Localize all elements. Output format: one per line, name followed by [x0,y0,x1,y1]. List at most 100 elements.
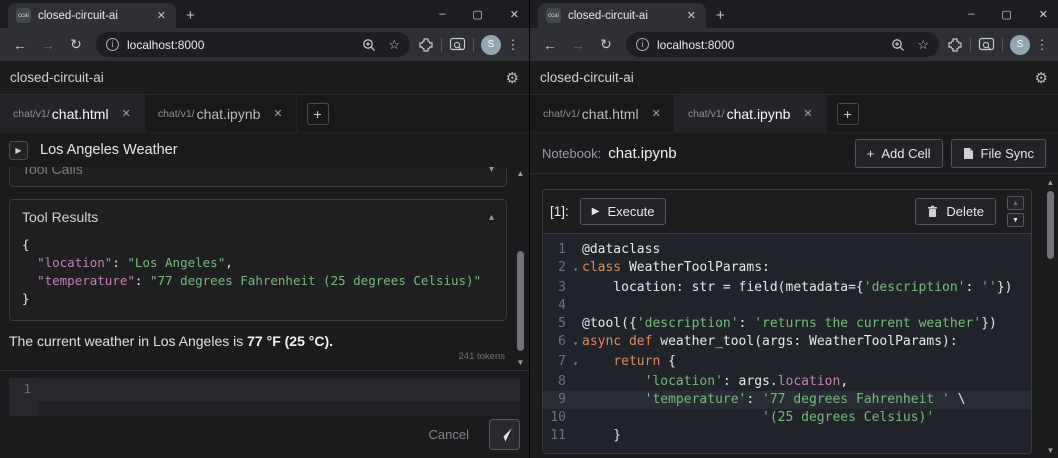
delete-cell-button[interactable]: Delete [915,198,996,225]
profile-avatar[interactable]: S [481,34,501,55]
address-bar[interactable]: i localhost:8000 ☆ [96,32,410,57]
side-panel-search-icon[interactable] [978,37,995,52]
chat-message-scroll-area[interactable]: Tool Calls ▾ Tool Results ▴ { "location"… [0,167,529,371]
menu-kebab-icon[interactable]: ⋮ [1034,37,1050,53]
bookmark-star-icon[interactable]: ☆ [917,37,929,53]
menu-kebab-icon[interactable]: ⋮ [505,37,521,53]
browser-tab-title: closed-circuit-ai [568,9,648,22]
cell-code-editor[interactable]: 1 @dataclass 2 ▾ class WeatherToolParams: 3 l… [543,233,1031,453]
code-text: } [582,428,622,443]
chat-input-editor[interactable]: 1 [9,378,520,416]
move-cell-down-button[interactable]: ▼ [1007,213,1024,227]
conversation-title: Los Angeles Weather [40,142,178,158]
tool-calls-header[interactable]: Tool Calls ▾ [10,167,506,186]
tool-results-header[interactable]: Tool Results ▴ [10,200,506,234]
fold-chevron-icon[interactable]: ▾ [569,259,582,279]
tab-chat-html[interactable]: chat/v1/chat.html ✕ [530,95,675,132]
document-tabbar: chat/v1/chat.html ✕ chat/v1/chat.ipynb ✕… [530,95,1058,133]
tab-filename: chat.html [581,105,639,122]
add-cell-button[interactable]: + Add Cell [854,138,943,168]
site-info-icon[interactable]: i [636,38,649,51]
line-number: 2 [558,260,566,275]
tool-results-box: Tool Results ▴ { "location": "Los Angele… [9,199,507,321]
code-line: 11 } [543,427,1031,445]
tab-close-icon[interactable]: ✕ [273,107,282,120]
scroll-up-icon[interactable]: ▲ [515,169,526,179]
close-button[interactable]: ✕ [1039,8,1048,21]
maximize-button[interactable]: ▢ [1001,8,1011,21]
extensions-icon[interactable] [418,37,434,53]
browser-tab[interactable]: ccai closed-circuit-ai ✕ [8,3,176,28]
scroll-up-icon[interactable]: ▲ [1045,178,1056,188]
browser-tab-close-icon[interactable]: ✕ [685,9,698,22]
input-active-line [39,379,520,401]
file-sync-button[interactable]: File Sync [950,138,1046,168]
browser-window-right: ccai closed-circuit-ai ✕ + – ▢ ✕ ← → ↻ i… [529,0,1058,458]
settings-gear-icon[interactable]: ⚙ [1035,69,1048,87]
browser-tab[interactable]: ccai closed-circuit-ai ✕ [538,3,706,28]
fold-chevron-icon[interactable]: ▾ [569,353,582,373]
tab-chat-ipynb[interactable]: chat/v1/chat.ipynb ✕ [145,95,297,132]
tool-calls-label: Tool Calls [22,167,83,177]
tab-close-icon[interactable]: ✕ [652,107,661,120]
add-document-tab-button[interactable]: + [306,102,329,125]
minimize-button[interactable]: – [439,8,445,20]
fold-gutter [569,241,582,259]
code-line: 3 location: str = field(metadata={'descr… [543,279,1031,297]
code-text: '(25 degrees Celsius)' [762,410,935,425]
notebook-scrollbar[interactable]: ▲ ▼ [1045,178,1056,456]
cancel-button[interactable]: Cancel [429,427,469,450]
tab-chat-html[interactable]: chat/v1/chat.html ✕ [0,95,145,132]
zoom-icon[interactable] [891,38,905,52]
code-text: return { [613,354,676,369]
add-cell-label: Add Cell [881,145,931,161]
conversation-toggle-icon[interactable]: ▶ [9,140,28,160]
tab-close-icon[interactable]: ✕ [122,107,131,120]
tab-path-prefix: chat/v1/ [157,107,195,120]
site-info-icon[interactable]: i [106,38,119,51]
scrollbar-thumb[interactable] [1047,191,1054,259]
back-icon[interactable]: ← [8,37,32,53]
extensions-icon[interactable] [947,37,963,53]
move-cell-up-button[interactable]: ▲ [1007,196,1024,210]
new-tab-button[interactable]: + [716,7,725,24]
tab-chat-ipynb[interactable]: chat/v1/chat.ipynb ✕ [674,95,827,132]
forward-icon[interactable]: → [566,37,590,53]
browser-tab-close-icon[interactable]: ✕ [155,9,168,22]
chat-messages: Tool Calls ▾ Tool Results ▴ { "location"… [0,167,507,362]
chat-scrollbar[interactable]: ▲ ▼ [515,169,526,368]
scrollbar-thumb[interactable] [517,251,524,351]
send-button[interactable] [489,419,520,450]
line-number: 11 [550,428,566,443]
add-document-tab-button[interactable]: + [836,102,859,125]
zoom-icon[interactable] [362,38,376,52]
token-count: 241 tokens [458,351,505,362]
forward-icon[interactable]: → [36,37,60,53]
tab-close-icon[interactable]: ✕ [803,107,812,120]
code-text: @dataclass [582,242,661,257]
back-icon[interactable]: ← [538,37,562,53]
app-header: closed-circuit-ai ⚙ [530,61,1058,95]
address-bar[interactable]: i localhost:8000 ☆ [626,32,939,57]
document-tabbar: chat/v1/chat.html ✕ chat/v1/chat.ipynb ✕… [0,95,529,133]
browser-toolbar: ← → ↻ i localhost:8000 ☆ S ⋮ [530,28,1058,61]
code-text: 'temperature': '77 degrees Fahrenheit ' … [644,392,966,407]
maximize-button[interactable]: ▢ [472,8,482,21]
minimize-button[interactable]: – [968,8,974,20]
reload-icon[interactable]: ↻ [594,36,618,53]
settings-gear-icon[interactable]: ⚙ [506,69,519,87]
profile-avatar[interactable]: S [1010,34,1030,55]
fold-gutter [569,427,582,445]
bookmark-star-icon[interactable]: ☆ [388,37,400,53]
scroll-down-icon[interactable]: ▼ [1045,446,1056,456]
tab-path-prefix: chat/v1/ [13,107,50,120]
code-text: { [22,237,30,252]
new-tab-button[interactable]: + [186,7,195,24]
reload-icon[interactable]: ↻ [64,36,88,53]
scroll-down-icon[interactable]: ▼ [515,358,526,368]
side-panel-search-icon[interactable] [449,37,466,52]
execute-button[interactable]: ▶ Execute [579,198,667,225]
fold-gutter [569,279,582,297]
close-button[interactable]: ✕ [510,8,519,21]
fold-chevron-icon[interactable]: ▾ [569,333,582,353]
